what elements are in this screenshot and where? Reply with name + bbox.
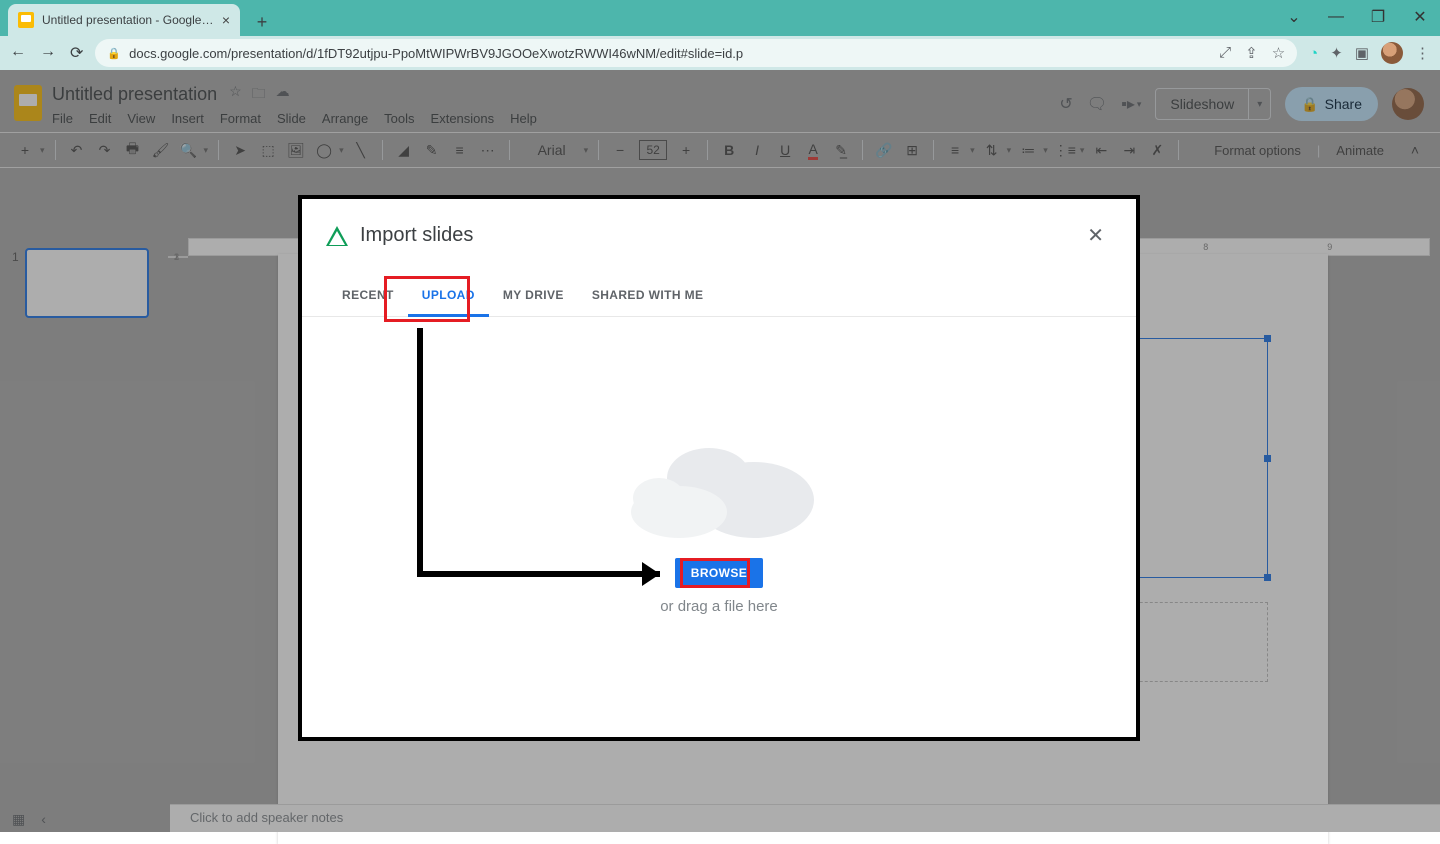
upload-drop-zone[interactable]: BROWSE or drag a file here — [302, 317, 1136, 727]
window-controls: ⌄ ― ❐ ✕ — [1280, 6, 1434, 28]
tab-shared-with-me[interactable]: SHARED WITH ME — [578, 278, 718, 316]
kebab-menu-icon[interactable]: ⋮ — [1415, 44, 1430, 62]
sidepanel-icon[interactable]: ▣ — [1355, 44, 1369, 62]
bookmark-icon[interactable]: ☆ — [1272, 44, 1285, 62]
reload-icon[interactable]: ⟳ — [70, 43, 83, 63]
chevron-down-icon[interactable]: ⌄ — [1280, 6, 1308, 28]
maximize-icon[interactable]: ❐ — [1364, 6, 1392, 28]
profile-avatar-small[interactable] — [1381, 42, 1403, 64]
tab-upload[interactable]: UPLOAD — [408, 278, 489, 317]
drive-icon — [326, 226, 348, 246]
browser-chrome: Untitled presentation - Google Sl × + ⌄ … — [0, 0, 1440, 70]
url-text: docs.google.com/presentation/d/1fDT92utj… — [129, 46, 743, 61]
tab-my-drive[interactable]: MY DRIVE — [489, 278, 578, 316]
slides-favicon — [18, 12, 34, 28]
import-slides-dialog: Import slides ✕ RECENT UPLOAD MY DRIVE S… — [298, 195, 1140, 741]
browse-button[interactable]: BROWSE — [675, 558, 763, 588]
tab-close-icon[interactable]: × — [222, 12, 230, 28]
extension-icon[interactable]: ◔ — [1309, 45, 1318, 62]
new-tab-button[interactable]: + — [248, 8, 276, 36]
minimize-icon[interactable]: ― — [1322, 6, 1350, 28]
drag-hint-text: or drag a file here — [660, 598, 778, 615]
tab-recent[interactable]: RECENT — [328, 278, 408, 316]
back-icon[interactable]: ← — [10, 43, 26, 63]
zoom-icon[interactable]: ⤢ — [1219, 44, 1231, 62]
cloud-icon — [614, 430, 824, 540]
tab-title: Untitled presentation - Google Sl — [42, 13, 214, 27]
forward-icon[interactable]: → — [40, 43, 56, 63]
dialog-tabs: RECENT UPLOAD MY DRIVE SHARED WITH ME — [302, 260, 1136, 317]
dialog-title: Import slides — [360, 224, 473, 247]
share-url-icon[interactable]: ⇪ — [1245, 44, 1258, 62]
extensions-puzzle-icon[interactable]: ✦ — [1330, 44, 1343, 62]
lock-icon: 🔒 — [107, 47, 121, 60]
close-dialog-button[interactable]: ✕ — [1079, 219, 1112, 252]
close-window-icon[interactable]: ✕ — [1406, 6, 1434, 28]
address-bar[interactable]: 🔒 docs.google.com/presentation/d/1fDT92u… — [95, 39, 1297, 67]
browser-tab[interactable]: Untitled presentation - Google Sl × — [8, 4, 240, 36]
